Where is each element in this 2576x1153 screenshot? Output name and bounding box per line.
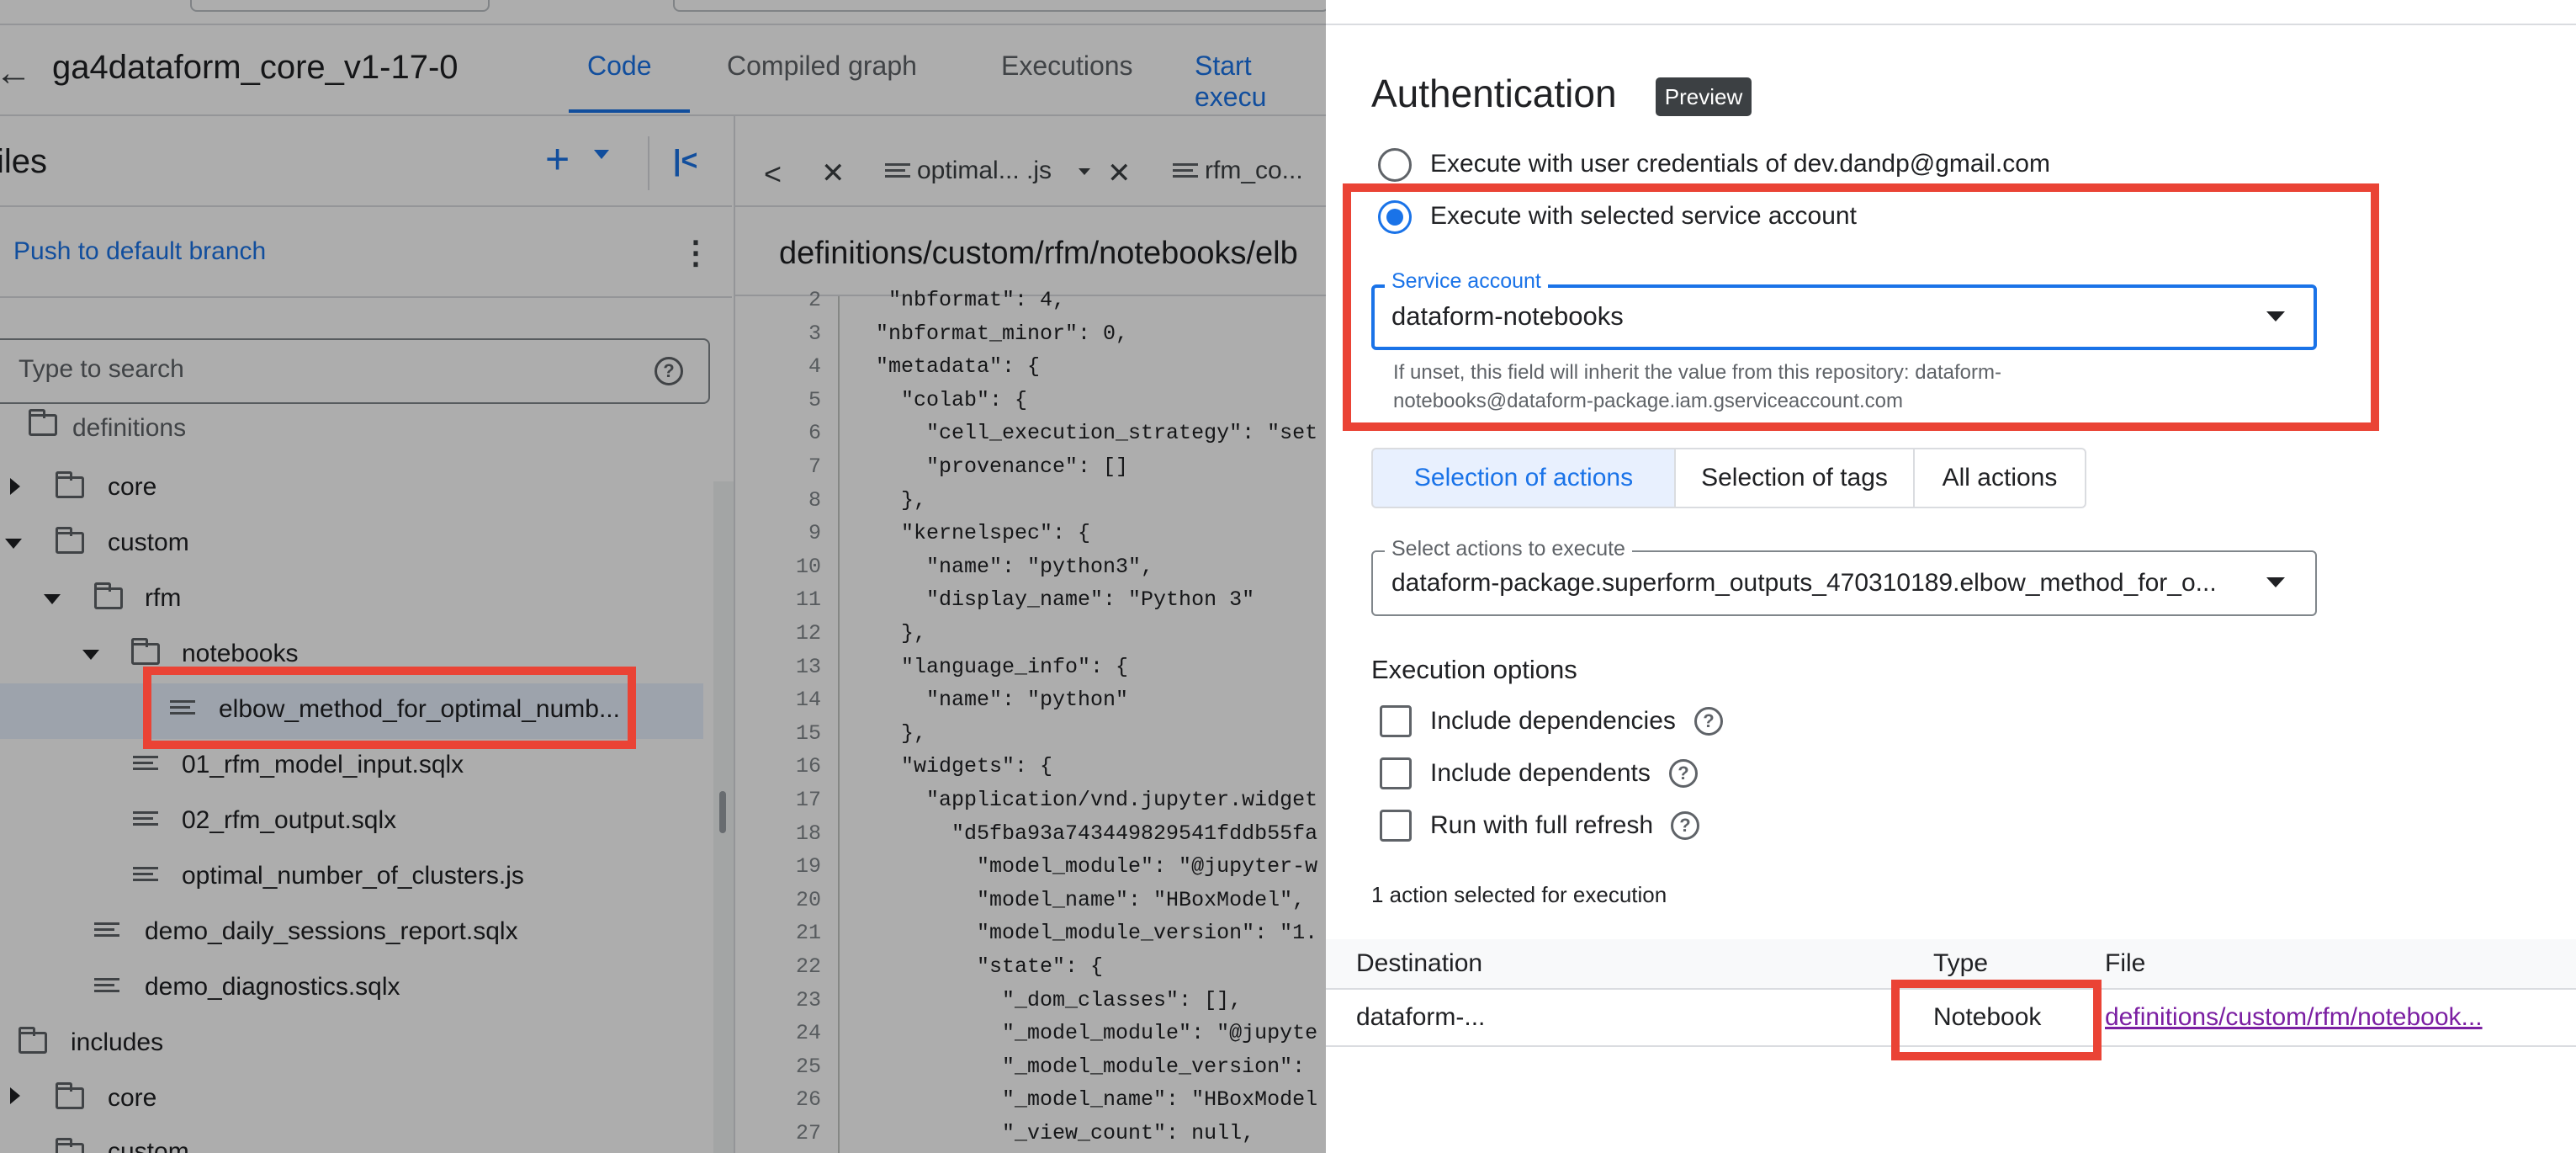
include-dependencies-label: Include dependencies — [1430, 707, 1676, 735]
tab-all-actions[interactable]: All actions — [1913, 448, 2086, 508]
include-dependents-checkbox[interactable] — [1380, 757, 1412, 789]
help-icon[interactable]: ? — [1671, 811, 1699, 840]
modal-scrim — [0, 0, 1326, 1153]
user-credentials-label: Execute with user credentials of dev.dan… — [1430, 150, 2050, 178]
include-dependents-label: Include dependents — [1430, 759, 1651, 787]
column-header-type: Type — [1933, 949, 1989, 977]
include-dependencies-checkbox[interactable] — [1380, 705, 1412, 737]
panel-title: Authentication — [1371, 72, 1617, 115]
annotation-highlight — [1343, 183, 2379, 431]
execution-options-title: Execution options — [1371, 655, 1577, 684]
destination-cell: dataform-... — [1356, 1003, 1486, 1031]
divider — [1326, 24, 2576, 25]
dropdown-arrow-icon[interactable] — [2266, 577, 2285, 587]
column-header-destination: Destination — [1356, 949, 1483, 977]
help-icon[interactable]: ? — [1669, 759, 1698, 788]
tab-selection-of-tags[interactable]: Selection of tags — [1674, 448, 1915, 508]
select-actions-value: dataform-package.superform_outputs_47031… — [1391, 569, 2217, 597]
annotation-highlight — [1891, 980, 2102, 1060]
full-refresh-label: Run with full refresh — [1430, 811, 1654, 839]
file-link[interactable]: definitions/custom/rfm/notebook... — [2105, 1003, 2483, 1032]
execution-panel: Authentication Preview Execute with user… — [1326, 0, 2576, 1153]
preview-badge: Preview — [1656, 77, 1752, 116]
annotation-highlight — [143, 667, 636, 749]
help-icon[interactable]: ? — [1694, 707, 1723, 736]
user-credentials-radio[interactable] — [1378, 148, 1412, 182]
selected-count-text: 1 action selected for execution — [1371, 882, 1667, 907]
select-actions-label: Select actions to execute — [1385, 537, 1632, 561]
tab-selection-of-actions[interactable]: Selection of actions — [1371, 448, 1676, 508]
full-refresh-checkbox[interactable] — [1380, 810, 1412, 842]
column-header-file: File — [2105, 949, 2146, 977]
